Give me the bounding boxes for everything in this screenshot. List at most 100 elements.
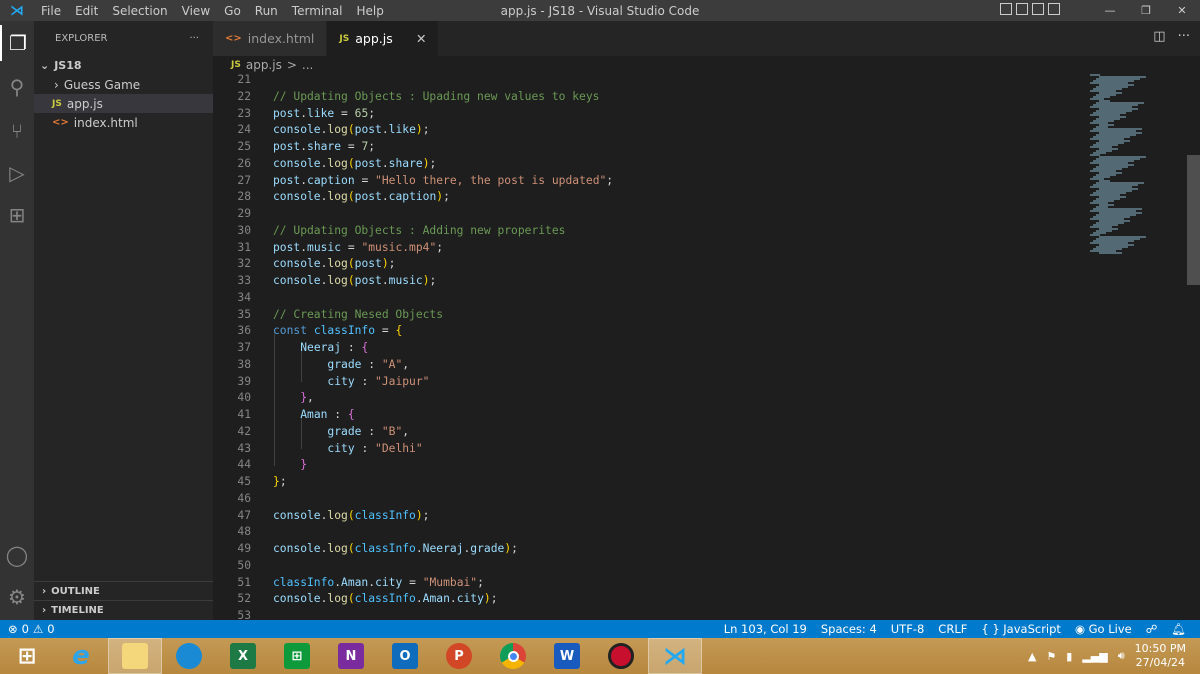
menu-selection[interactable]: Selection <box>105 4 174 18</box>
close-tab-icon[interactable]: ✕ <box>416 31 426 46</box>
code-token: , <box>402 424 410 438</box>
feedback-icon[interactable]: ☍ <box>1146 622 1158 636</box>
explorer-sidebar: EXPLORER ··· ⌄ JS18 › Guess Game JS app.js <… <box>34 21 213 620</box>
battery-icon[interactable]: ▮ <box>1066 650 1072 663</box>
line-number: 48 <box>237 525 251 539</box>
code-token: = <box>354 173 376 187</box>
explorer-icon[interactable]: ❐ <box>0 25 34 61</box>
menu-run[interactable]: Run <box>248 4 285 18</box>
language-mode[interactable]: { } JavaScript <box>981 622 1061 636</box>
code-line: 52 console.log(classInfo.Aman.city); <box>213 591 1083 608</box>
code-text: console.log(classInfo); <box>273 508 429 525</box>
toggle-sidebar-icon[interactable] <box>1000 3 1012 15</box>
tree-item-app-js[interactable]: JS app.js <box>34 94 213 113</box>
taskbar-word[interactable]: W <box>540 638 594 674</box>
line-ending[interactable]: CRLF <box>938 622 967 636</box>
menu-file[interactable]: File <box>34 4 68 18</box>
code-text: // Updating Objects : Upading new values… <box>273 89 599 106</box>
accounts-icon[interactable]: ◯ <box>0 537 34 573</box>
taskbar-internet-explorer[interactable]: e <box>54 638 108 674</box>
network-icon[interactable]: ▂▄▆ <box>1082 650 1107 663</box>
code-editor[interactable]: 21 22 // Updating Objects : Upading new va… <box>213 74 1187 620</box>
breadcrumb: JS app.js > ... <box>213 56 313 74</box>
more-actions-icon[interactable]: ··· <box>1178 29 1190 44</box>
menu-view[interactable]: View <box>175 4 217 18</box>
menu-edit[interactable]: Edit <box>68 4 105 18</box>
taskbar-outlook[interactable]: O <box>378 638 432 674</box>
breadcrumb-file[interactable]: app.js <box>246 58 282 72</box>
taskbar-vscode[interactable]: ⋊ <box>648 638 702 674</box>
run-debug-icon[interactable]: ▷ <box>0 155 34 191</box>
code-token: } <box>300 458 308 472</box>
action-center-flag-icon[interactable]: ⚑ <box>1046 650 1056 663</box>
tree-item-index-html[interactable]: <> index.html <box>34 113 213 132</box>
code-token: : <box>341 341 362 354</box>
taskbar-red-app[interactable] <box>594 638 648 674</box>
menu-terminal[interactable]: Terminal <box>285 4 350 18</box>
tab-app-js[interactable]: JS app.js ✕ <box>327 21 440 56</box>
line-number: 22 <box>237 89 251 103</box>
menu-help[interactable]: Help <box>350 4 391 18</box>
line-number: 34 <box>237 290 251 304</box>
restore-button[interactable]: ❐ <box>1128 0 1164 21</box>
code-token: "Delhi" <box>375 441 423 455</box>
code-token: ; <box>443 190 450 204</box>
taskbar-file-explorer[interactable] <box>108 638 162 674</box>
clock[interactable]: 10:50 PM 27/04/24 <box>1135 642 1186 670</box>
split-editor-icon[interactable]: ◫ <box>1153 29 1165 44</box>
taskbar-powerpoint[interactable]: P <box>432 638 486 674</box>
minimize-button[interactable]: — <box>1092 0 1128 21</box>
vertical-scrollbar[interactable] <box>1187 155 1200 285</box>
encoding[interactable]: UTF-8 <box>891 622 925 636</box>
toggle-panel-icon[interactable] <box>1016 3 1028 15</box>
clock-time: 10:50 PM <box>1134 642 1186 655</box>
more-actions-button[interactable]: ··· <box>189 33 199 44</box>
code-line: 33 console.log(post.music); <box>213 273 1083 290</box>
code-token: music <box>307 240 342 254</box>
close-window-button[interactable]: ✕ <box>1164 0 1200 21</box>
search-icon[interactable]: ⚲ <box>0 69 34 105</box>
code-token: log <box>327 542 348 555</box>
source-control-icon[interactable]: ⑂ <box>0 113 34 149</box>
taskbar-edge[interactable] <box>162 638 216 674</box>
show-hidden-icons-icon[interactable]: ▲ <box>1028 650 1036 663</box>
line-number: 42 <box>237 424 251 438</box>
taskbar-chrome[interactable] <box>486 638 540 674</box>
customize-layout-icon[interactable] <box>1048 3 1060 15</box>
timeline-section[interactable]: › TIMELINE <box>34 600 213 619</box>
outline-section[interactable]: › OUTLINE <box>34 581 213 600</box>
taskbar-store[interactable]: ⊞ <box>270 638 324 674</box>
code-token: { <box>395 324 403 338</box>
line-number: 52 <box>237 592 251 606</box>
code-token: caption <box>307 173 355 187</box>
extensions-icon[interactable]: ⊞ <box>0 197 34 233</box>
go-live-button[interactable]: ◉ Go Live <box>1075 622 1132 636</box>
problems-indicator[interactable]: ⊗ 0 ⚠ 0 <box>0 622 55 636</box>
menu-go[interactable]: Go <box>217 4 248 18</box>
minimap[interactable] <box>1090 74 1185 259</box>
volume-icon[interactable]: 🔊︎ <box>1118 649 1125 663</box>
taskbar-onenote[interactable]: N <box>324 638 378 674</box>
code-text: console.log(classInfo.Aman.city); <box>273 591 498 608</box>
tree-item-guess-game[interactable]: › Guess Game <box>34 75 213 94</box>
taskbar-excel[interactable]: X <box>216 638 270 674</box>
settings-gear-icon[interactable]: ⚙ <box>0 579 34 615</box>
code-token: ( <box>347 542 355 555</box>
folder-js18[interactable]: ⌄ JS18 <box>34 56 213 75</box>
folder-label: JS18 <box>54 59 82 72</box>
notifications-bell-icon[interactable]: 🔔︎ <box>1171 622 1186 636</box>
code-token: grade <box>327 357 362 371</box>
tab-index-html[interactable]: <> index.html <box>213 21 328 56</box>
code-token: ) <box>483 592 491 606</box>
code-token: = <box>334 106 355 120</box>
vscode-logo-icon: ⋊ <box>10 2 24 19</box>
line-number: 32 <box>237 257 251 271</box>
cursor-position[interactable]: Ln 103, Col 19 <box>724 622 807 636</box>
code-token: "Hello there, the post is updated" <box>375 173 607 187</box>
toggle-secondary-sidebar-icon[interactable] <box>1032 3 1044 15</box>
indentation[interactable]: Spaces: 4 <box>821 622 877 636</box>
start-button[interactable]: ⊞ <box>0 638 54 674</box>
breadcrumb-symbol[interactable]: ... <box>302 58 313 72</box>
